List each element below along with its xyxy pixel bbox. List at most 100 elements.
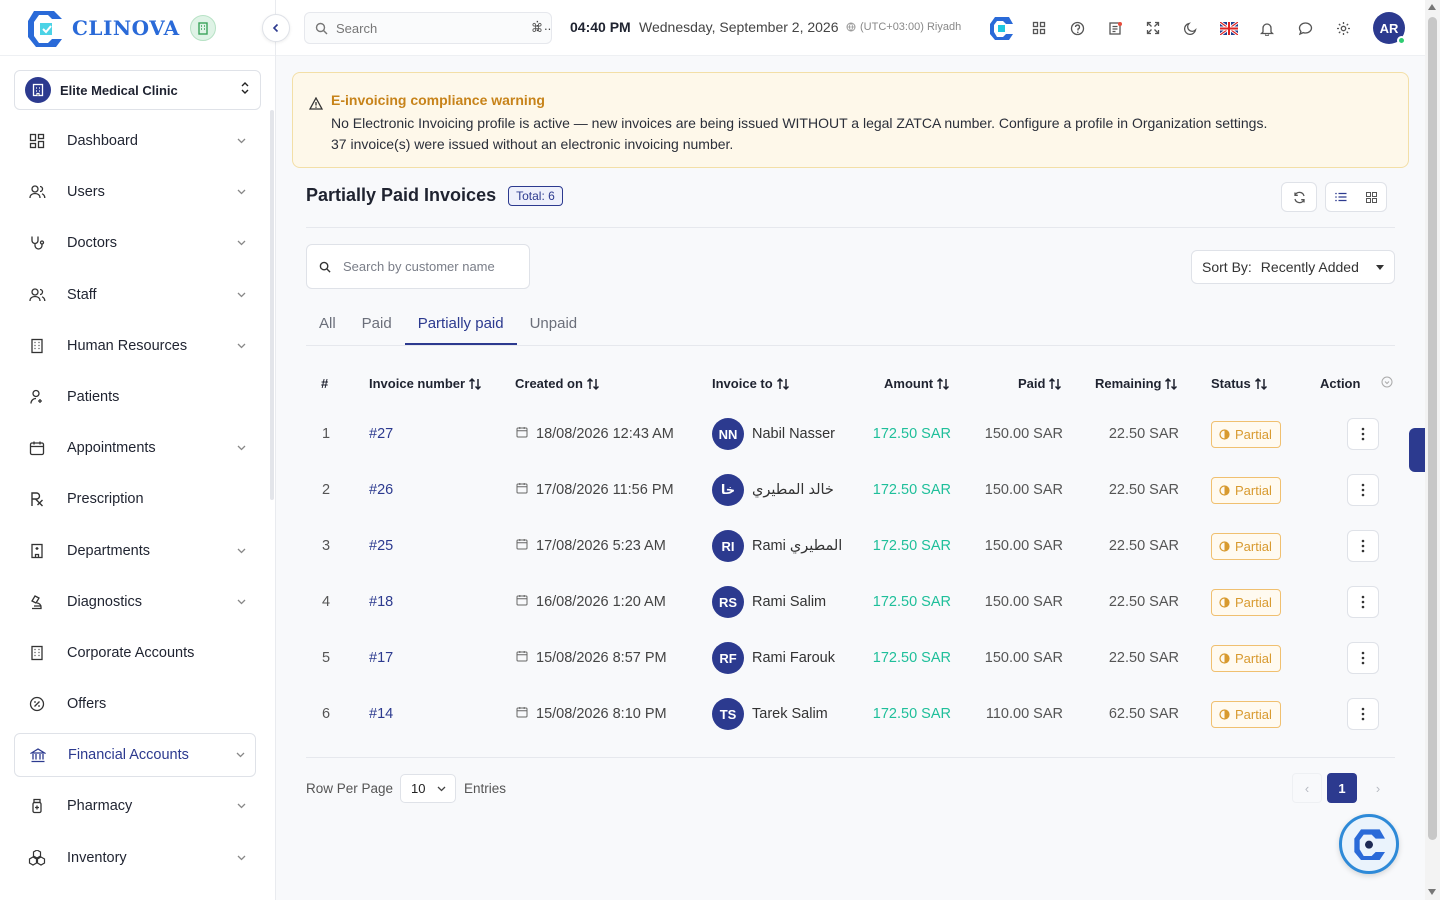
refresh-button[interactable]: [1281, 182, 1317, 212]
list-view-button[interactable]: [1326, 183, 1356, 211]
table-row[interactable]: 5 #17 15/08/2026 8:57 PM RF Rami Farouk 172.5…: [306, 630, 1395, 686]
sidebar-item-financial-accounts[interactable]: Financial Accounts: [14, 733, 256, 778]
sidebar-item-dashboard[interactable]: Dashboard: [14, 119, 256, 163]
chevron-down-icon[interactable]: [226, 292, 256, 298]
tab-all[interactable]: All: [306, 306, 349, 345]
sidebar-scrollbar[interactable]: [270, 110, 274, 500]
row-actions-button[interactable]: [1347, 586, 1379, 618]
header-amount[interactable]: Amount: [884, 376, 950, 391]
grid-view-button[interactable]: [1356, 183, 1386, 211]
globe-icon: [846, 22, 856, 32]
sidebar-item-corporate-accounts[interactable]: Corporate Accounts: [14, 631, 256, 675]
sidebar-item-staff[interactable]: Staff: [14, 273, 256, 317]
table-row[interactable]: 1 #27 18/08/2026 12:43 AM NN Nabil Nasser 172…: [306, 406, 1395, 462]
sidebar-item-human-resources[interactable]: Human Resources: [14, 324, 256, 368]
tab-paid[interactable]: Paid: [349, 306, 405, 345]
chat-icon[interactable]: [1286, 11, 1324, 45]
tab-partially-paid[interactable]: Partially paid: [404, 306, 517, 345]
bell-icon[interactable]: [1248, 11, 1286, 45]
app-logo-icon[interactable]: [982, 11, 1020, 45]
sidebar-item-doctors[interactable]: Doctors: [14, 221, 256, 265]
header-status[interactable]: Status: [1211, 376, 1268, 391]
chevron-down-icon[interactable]: [226, 189, 256, 195]
chevron-down-icon[interactable]: [226, 548, 256, 554]
tab-unpaid[interactable]: Unpaid: [517, 306, 591, 345]
table-row[interactable]: 6 #14 15/08/2026 8:10 PM TS Tarek Salim 172.5…: [306, 686, 1395, 742]
global-search-input[interactable]: [336, 20, 486, 36]
customer-name[interactable]: Nabil Nasser: [752, 426, 835, 442]
customer-search-input[interactable]: [343, 259, 503, 274]
customer-search[interactable]: [306, 244, 530, 289]
invoice-number-link[interactable]: #25: [369, 518, 393, 574]
header-invoice-number[interactable]: Invoice number: [369, 376, 482, 391]
row-actions-button[interactable]: [1347, 474, 1379, 506]
sidebar-item-users[interactable]: Users: [14, 170, 256, 214]
invoice-number-link[interactable]: #17: [369, 630, 393, 686]
sidebar-item-inventory[interactable]: Inventory: [14, 836, 256, 880]
header-invoice-to[interactable]: Invoice to: [712, 376, 790, 391]
clinic-building-icon[interactable]: [189, 14, 216, 41]
customer-name[interactable]: Rami Salim: [752, 594, 826, 610]
sidebar-item-offers[interactable]: Offers: [14, 682, 256, 726]
sidebar-item-prescription[interactable]: Prescription: [14, 477, 256, 521]
chevron-down-icon[interactable]: [225, 752, 255, 758]
sidebar-item-departments[interactable]: Departments: [14, 529, 256, 573]
customer-name[interactable]: خالد المطيري: [752, 482, 834, 498]
table-row[interactable]: 2 #26 17/08/2026 11:56 PM خا خالد المطيري 172…: [306, 462, 1395, 518]
chevron-down-icon[interactable]: [226, 599, 256, 605]
chevron-down-icon[interactable]: [226, 138, 256, 144]
chevron-down-icon[interactable]: [226, 445, 256, 451]
chevron-down-icon[interactable]: [226, 803, 256, 809]
header-label: Status: [1211, 376, 1251, 391]
collapse-sidebar-button[interactable]: [262, 14, 290, 42]
invoice-number-link[interactable]: #27: [369, 406, 393, 462]
invoice-number-link[interactable]: #26: [369, 462, 393, 518]
chevron-down-icon[interactable]: [226, 343, 256, 349]
header-created-on[interactable]: Created on: [515, 376, 600, 391]
sidebar-item-label: Patients: [67, 388, 120, 405]
table-row[interactable]: 3 #25 17/08/2026 5:23 AM RI Rami المطيري 172.…: [306, 518, 1395, 574]
page-scrollbar[interactable]: [1425, 0, 1440, 900]
rows-per-page-select[interactable]: 10: [400, 774, 456, 803]
customer-name[interactable]: Rami المطيري: [752, 538, 842, 554]
more-shortcut[interactable]: ⋮..: [531, 18, 551, 34]
settings-gear-icon[interactable]: [1324, 11, 1362, 45]
invoice-number-link[interactable]: #14: [369, 686, 393, 742]
customer-name[interactable]: Tarek Salim: [752, 706, 828, 722]
sidebar-item-diagnostics[interactable]: Diagnostics: [14, 580, 256, 624]
invoice-amount: 172.50 SAR: [872, 594, 951, 610]
row-actions-button[interactable]: [1347, 418, 1379, 450]
sidebar-item-patients[interactable]: Patients: [14, 375, 256, 419]
clinic-selector[interactable]: Elite Medical Clinic: [14, 70, 261, 110]
help-icon[interactable]: [1058, 11, 1096, 45]
row-actions-button[interactable]: [1347, 642, 1379, 674]
chevron-down-icon[interactable]: [226, 855, 256, 861]
table-row[interactable]: 4 #18 16/08/2026 1:20 AM RS Rami Salim 172.50…: [306, 574, 1395, 630]
scroll-up-arrow-icon[interactable]: [1428, 4, 1436, 10]
customer-name[interactable]: Rami Farouk: [752, 650, 835, 666]
chevron-down-icon[interactable]: [226, 240, 256, 246]
header-paid[interactable]: Paid: [1018, 376, 1062, 391]
side-panel-toggle[interactable]: [1409, 428, 1425, 472]
global-search[interactable]: ⌘: [304, 12, 552, 44]
sort-dropdown[interactable]: Sort By: Recently Added: [1191, 250, 1395, 284]
invoice-number-link[interactable]: #18: [369, 574, 393, 630]
row-actions-button[interactable]: [1347, 530, 1379, 562]
assistant-chat-button[interactable]: [1339, 814, 1399, 874]
user-avatar[interactable]: AR: [1373, 12, 1406, 45]
uk-flag-icon[interactable]: [1210, 11, 1248, 45]
page-1-button[interactable]: 1: [1327, 773, 1357, 803]
sidebar-item-appointments[interactable]: Appointments: [14, 426, 256, 470]
sidebar-item-pharmacy[interactable]: Pharmacy: [14, 784, 256, 828]
notes-icon[interactable]: [1096, 11, 1134, 45]
page-scroll-thumb[interactable]: [1428, 17, 1437, 840]
dark-mode-icon[interactable]: [1172, 11, 1210, 45]
column-settings-icon[interactable]: [1381, 376, 1393, 391]
next-page-button[interactable]: ›: [1363, 773, 1393, 803]
fullscreen-icon[interactable]: [1134, 11, 1172, 45]
header-remaining[interactable]: Remaining: [1095, 376, 1178, 391]
prev-page-button[interactable]: ‹: [1292, 773, 1322, 803]
apps-grid-icon[interactable]: [1020, 11, 1058, 45]
scroll-down-arrow-icon[interactable]: [1428, 889, 1436, 895]
row-actions-button[interactable]: [1347, 698, 1379, 730]
